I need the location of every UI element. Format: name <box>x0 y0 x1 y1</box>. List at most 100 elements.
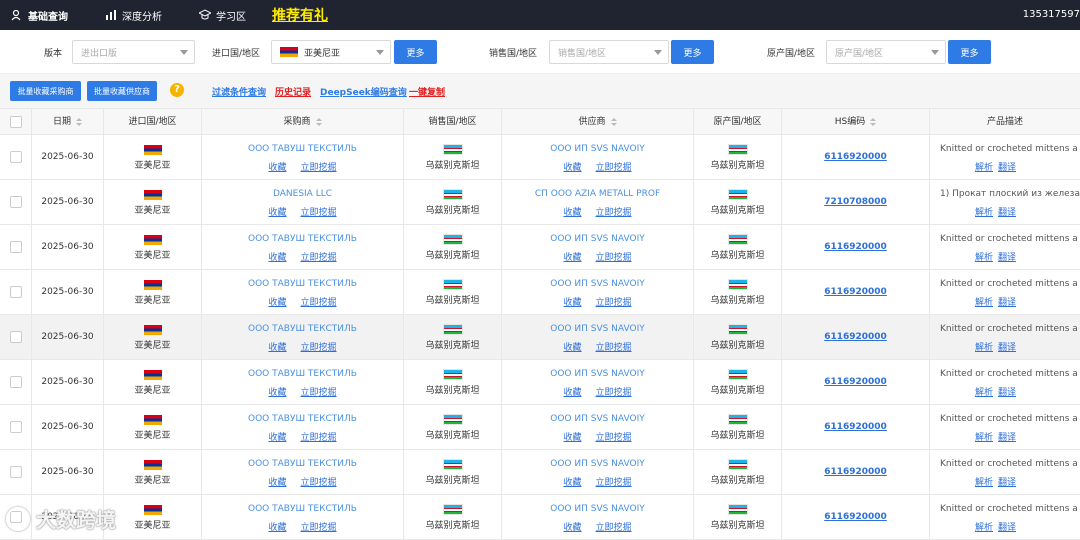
filter-query-link[interactable]: 过滤条件查询 <box>212 85 266 98</box>
row-hs-code-link[interactable]: 6116920000 <box>782 495 930 540</box>
row-checkbox[interactable] <box>10 466 22 478</box>
translate-link[interactable]: 翻译 <box>998 433 1016 443</box>
parse-link[interactable]: 解析 <box>975 163 993 173</box>
translate-link[interactable]: 翻译 <box>998 253 1016 263</box>
nav-basic-query[interactable]: 基础查询 <box>0 0 68 30</box>
parse-link[interactable]: 解析 <box>975 253 993 263</box>
buyer-name-link[interactable]: ООО ТАВУШ ТЕКСТИЛЬ <box>202 414 403 424</box>
row-hs-code-link[interactable]: 6116920000 <box>782 315 930 360</box>
row-checkbox[interactable] <box>10 196 22 208</box>
nav-deep-analysis[interactable]: 深度分析 <box>94 0 162 30</box>
table-row[interactable]: 2025-06-30 亚美尼亚 ООО ТАВУШ ТЕКСТИЛЬ 收藏 立即挖掘 乌兹… <box>0 315 1080 360</box>
table-row[interactable]: 2025-06-30 亚美尼亚 ООО ТАВУШ ТЕКСТИЛЬ 收藏 立即挖掘 乌兹… <box>0 450 1080 495</box>
mine-supplier-link[interactable]: 立即挖掘 <box>596 298 632 308</box>
version-select[interactable]: 进出口版 <box>72 40 195 64</box>
translate-link[interactable]: 翻译 <box>998 388 1016 398</box>
mine-buyer-link[interactable]: 立即挖掘 <box>301 433 337 443</box>
one-click-copy-link[interactable]: 一键复制 <box>409 85 445 98</box>
parse-link[interactable]: 解析 <box>975 523 993 533</box>
origin-more-button[interactable]: 更多 <box>948 40 991 64</box>
origin-country-select[interactable]: 原产国/地区 <box>826 40 946 64</box>
supplier-name-link[interactable]: ООО ИП SVS NAVOIY <box>502 234 693 244</box>
collect-supplier-link[interactable]: 收藏 <box>563 208 581 218</box>
translate-link[interactable]: 翻译 <box>998 523 1016 533</box>
header-buyer[interactable]: 采购商 <box>202 109 404 136</box>
history-link[interactable]: 历史记录 <box>275 85 311 98</box>
collect-buyer-link[interactable]: 收藏 <box>268 298 286 308</box>
parse-link[interactable]: 解析 <box>975 388 993 398</box>
nav-learning[interactable]: 学习区 <box>188 0 246 30</box>
row-checkbox[interactable] <box>10 331 22 343</box>
mine-supplier-link[interactable]: 立即挖掘 <box>596 433 632 443</box>
row-hs-code-link[interactable]: 6116920000 <box>782 270 930 315</box>
sort-icon[interactable] <box>315 117 322 126</box>
buyer-name-link[interactable]: ООО ТАВУШ ТЕКСТИЛЬ <box>202 324 403 334</box>
supplier-name-link[interactable]: СП ООО AZIA METALL PROF <box>502 189 693 199</box>
row-hs-code-link[interactable]: 6116920000 <box>782 450 930 495</box>
row-hs-code-link[interactable]: 6116920000 <box>782 405 930 450</box>
parse-link[interactable]: 解析 <box>975 433 993 443</box>
mine-buyer-link[interactable]: 立即挖掘 <box>301 253 337 263</box>
collect-buyer-link[interactable]: 收藏 <box>268 253 286 263</box>
mine-supplier-link[interactable]: 立即挖掘 <box>596 253 632 263</box>
translate-link[interactable]: 翻译 <box>998 163 1016 173</box>
table-row[interactable]: 2025-06-30 亚美尼亚 ООО ТАВУШ ТЕКСТИЛЬ 收藏 立即挖掘 乌兹… <box>0 495 1080 540</box>
parse-link[interactable]: 解析 <box>975 208 993 218</box>
mine-buyer-link[interactable]: 立即挖掘 <box>301 298 337 308</box>
supplier-name-link[interactable]: ООО ИП SVS NAVOIY <box>502 504 693 514</box>
mine-supplier-link[interactable]: 立即挖掘 <box>596 523 632 533</box>
translate-link[interactable]: 翻译 <box>998 478 1016 488</box>
deepseek-code-query-link[interactable]: DeepSeek编码查询 <box>320 85 407 98</box>
row-checkbox[interactable] <box>10 286 22 298</box>
collect-buyer-link[interactable]: 收藏 <box>268 478 286 488</box>
row-hs-code-link[interactable]: 6116920000 <box>782 135 930 180</box>
buyer-name-link[interactable]: ООО ТАВУШ ТЕКСТИЛЬ <box>202 144 403 154</box>
buyer-name-link[interactable]: DANESIA LLC <box>202 189 403 199</box>
mine-supplier-link[interactable]: 立即挖掘 <box>596 163 632 173</box>
table-row[interactable]: 2025-06-30 亚美尼亚 ООО ТАВУШ ТЕКСТИЛЬ 收藏 立即挖掘 乌兹… <box>0 135 1080 180</box>
table-row[interactable]: 2025-06-30 亚美尼亚 ООО ТАВУШ ТЕКСТИЛЬ 收藏 立即挖掘 乌兹… <box>0 225 1080 270</box>
collect-buyer-link[interactable]: 收藏 <box>268 523 286 533</box>
mine-buyer-link[interactable]: 立即挖掘 <box>301 478 337 488</box>
mine-supplier-link[interactable]: 立即挖掘 <box>596 478 632 488</box>
header-supplier[interactable]: 供应商 <box>502 109 694 136</box>
sale-more-button[interactable]: 更多 <box>671 40 714 64</box>
mine-supplier-link[interactable]: 立即挖掘 <box>596 343 632 353</box>
translate-link[interactable]: 翻译 <box>998 208 1016 218</box>
mine-buyer-link[interactable]: 立即挖掘 <box>301 163 337 173</box>
buyer-name-link[interactable]: ООО ТАВУШ ТЕКСТИЛЬ <box>202 504 403 514</box>
collect-supplier-link[interactable]: 收藏 <box>563 253 581 263</box>
table-row[interactable]: 2025-06-30 亚美尼亚 ООО ТАВУШ ТЕКСТИЛЬ 收藏 立即挖掘 乌兹… <box>0 270 1080 315</box>
table-row[interactable]: 2025-06-30 亚美尼亚 ООО ТАВУШ ТЕКСТИЛЬ 收藏 立即挖掘 乌兹… <box>0 360 1080 405</box>
header-hs[interactable]: HS编码 <box>782 109 930 136</box>
parse-link[interactable]: 解析 <box>975 478 993 488</box>
buyer-name-link[interactable]: ООО ТАВУШ ТЕКСТИЛЬ <box>202 279 403 289</box>
mine-supplier-link[interactable]: 立即挖掘 <box>596 208 632 218</box>
row-checkbox[interactable] <box>10 151 22 163</box>
collect-supplier-link[interactable]: 收藏 <box>563 163 581 173</box>
mine-supplier-link[interactable]: 立即挖掘 <box>596 388 632 398</box>
collect-buyer-link[interactable]: 收藏 <box>268 163 286 173</box>
collect-buyer-link[interactable]: 收藏 <box>268 208 286 218</box>
collect-buyer-link[interactable]: 收藏 <box>268 388 286 398</box>
table-row[interactable]: 2025-06-30 亚美尼亚 ООО ТАВУШ ТЕКСТИЛЬ 收藏 立即挖掘 乌兹… <box>0 405 1080 450</box>
row-checkbox[interactable] <box>10 421 22 433</box>
row-hs-code-link[interactable]: 6116920000 <box>782 360 930 405</box>
sort-icon[interactable] <box>870 117 877 126</box>
mine-buyer-link[interactable]: 立即挖掘 <box>301 208 337 218</box>
mine-buyer-link[interactable]: 立即挖掘 <box>301 343 337 353</box>
collect-supplier-link[interactable]: 收藏 <box>563 433 581 443</box>
row-checkbox[interactable] <box>10 376 22 388</box>
supplier-name-link[interactable]: ООО ИП SVS NAVOIY <box>502 369 693 379</box>
translate-link[interactable]: 翻译 <box>998 343 1016 353</box>
supplier-name-link[interactable]: ООО ИП SVS NAVOIY <box>502 459 693 469</box>
collect-supplier-link[interactable]: 收藏 <box>563 388 581 398</box>
mine-buyer-link[interactable]: 立即挖掘 <box>301 523 337 533</box>
row-hs-code-link[interactable]: 6116920000 <box>782 225 930 270</box>
collect-buyer-link[interactable]: 收藏 <box>268 433 286 443</box>
header-date[interactable]: 日期 <box>32 109 104 136</box>
supplier-name-link[interactable]: ООО ИП SVS NAVOIY <box>502 279 693 289</box>
user-phone[interactable]: 135317597 <box>1023 0 1080 30</box>
supplier-name-link[interactable]: ООО ИП SVS NAVOIY <box>502 324 693 334</box>
collect-supplier-link[interactable]: 收藏 <box>563 478 581 488</box>
